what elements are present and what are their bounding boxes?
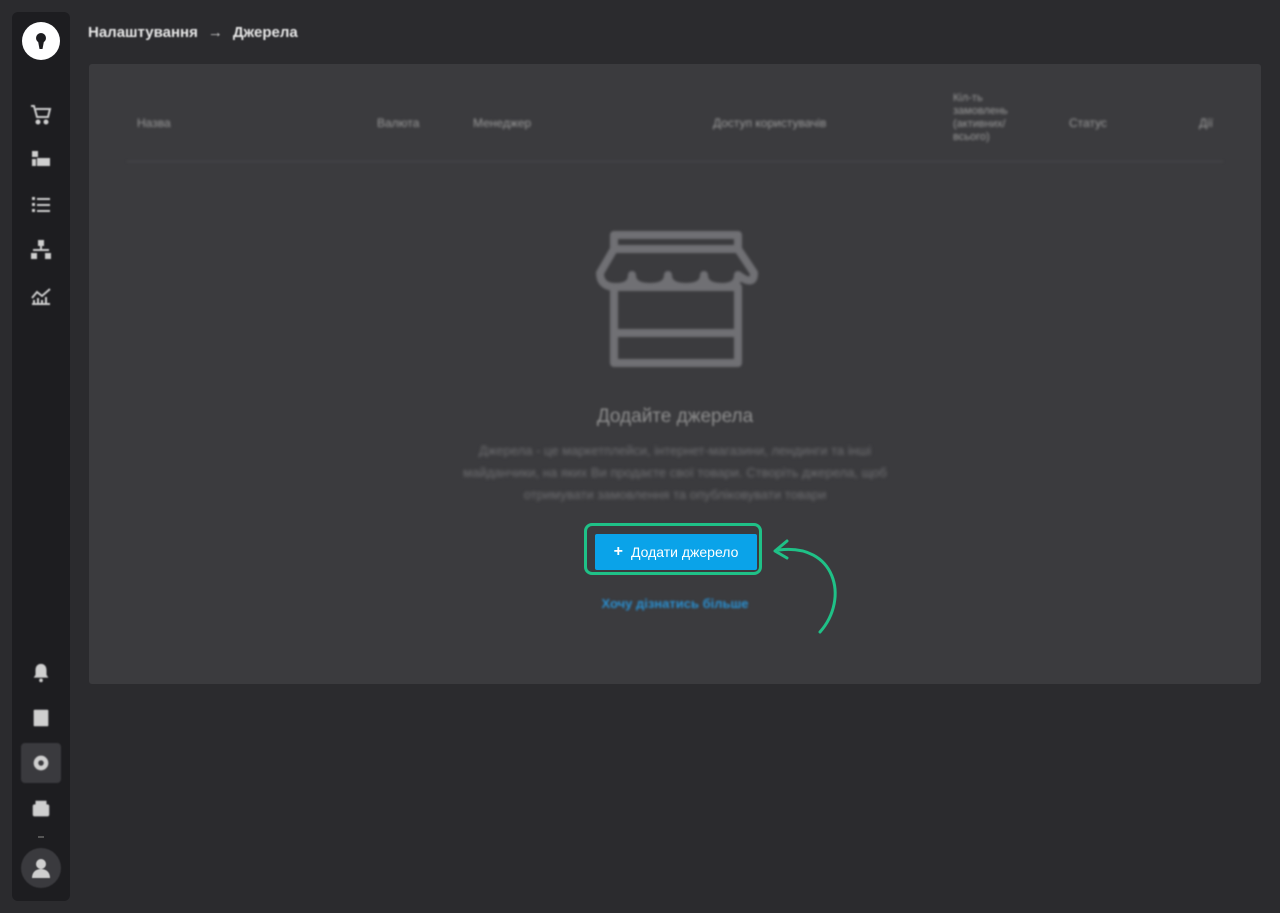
- sidebar: [12, 12, 70, 901]
- analytics-icon[interactable]: [27, 282, 55, 310]
- gear-icon[interactable]: [21, 743, 61, 783]
- breadcrumb-current: Джерела: [232, 23, 298, 41]
- list-icon[interactable]: [27, 191, 55, 219]
- breadcrumb-parent[interactable]: Налаштування: [88, 24, 198, 41]
- cart-icon[interactable]: [27, 100, 55, 128]
- add-source-button[interactable]: + Додати джерело: [595, 534, 757, 570]
- sources-panel: Назва Валюта Менеджер Доступ користувачі…: [89, 64, 1261, 684]
- empty-state-title: Додайте джерела: [596, 406, 754, 427]
- user-avatar-icon[interactable]: [21, 848, 61, 888]
- products-icon[interactable]: [27, 145, 55, 173]
- empty-state: Додайте джерела Джерела - це маркетплейс…: [89, 64, 1261, 684]
- keyhole-logo-icon[interactable]: [22, 22, 60, 60]
- breadcrumb: Налаштування → Джерела: [88, 22, 298, 42]
- annotation-arrow-icon: [773, 539, 837, 634]
- divider: [38, 836, 44, 838]
- storefront-icon: [596, 231, 758, 367]
- bell-icon[interactable]: [27, 659, 55, 687]
- add-source-highlight: + Додати джерело: [584, 523, 762, 575]
- book-icon[interactable]: [27, 704, 55, 732]
- add-source-label: Додати джерело: [630, 544, 739, 560]
- learn-more-link[interactable]: Хочу дізнатись більше: [89, 596, 1261, 611]
- wallet-icon[interactable]: [27, 795, 55, 823]
- plus-icon: +: [613, 543, 623, 560]
- arrow-right-icon: →: [207, 23, 223, 41]
- structure-icon[interactable]: [27, 236, 55, 264]
- empty-state-description: Джерела - це маркетплейси, інтернет-мага…: [463, 443, 887, 502]
